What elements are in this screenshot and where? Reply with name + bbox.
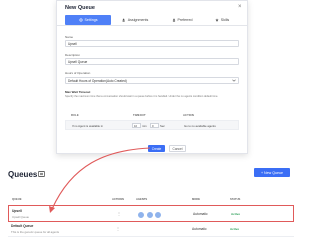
- rule-text: If no Agent is available in: [72, 124, 103, 128]
- tab-bar: Settings Assignments Preferred Skills: [57, 15, 247, 26]
- name-label: Name: [65, 35, 74, 39]
- table-row-upsell[interactable]: Upsell Upsell Queue ⋮ Automatic Active: [8, 205, 294, 222]
- description-label: Description: [65, 53, 81, 57]
- queue-table-header: QUEUE ACTIONS AGENTS MODE STATUS: [8, 198, 294, 204]
- tab-skills[interactable]: Skills: [199, 15, 245, 25]
- status-badge: Active: [230, 227, 240, 231]
- queue-mode: Automatic: [192, 227, 207, 231]
- cancel-button[interactable]: Cancel: [169, 145, 186, 152]
- rule-row: If no Agent is available in 10 min 0 Sec…: [65, 120, 239, 130]
- rules-header: RULE TIMEOUT ACTION: [65, 113, 239, 119]
- hours-select[interactable]: Default Hours of Operation(Auto Created): [65, 77, 239, 84]
- hours-label: Hours of Operation: [65, 71, 91, 75]
- name-value: Upsell: [68, 41, 77, 46]
- timeout-seconds-unit: Sec: [160, 124, 165, 128]
- timeout-minutes-value: 10: [134, 123, 138, 128]
- avatar: [137, 211, 145, 219]
- name-field[interactable]: Upsell: [65, 40, 239, 47]
- rules-col-rule: RULE: [71, 114, 79, 117]
- new-queue-modal: New Queue × Settings Assignments Preferr…: [56, 0, 248, 154]
- chevron-down-icon: [232, 79, 236, 82]
- hours-value: Default Hours of Operation(Auto Created): [68, 78, 127, 83]
- agent-avatars: [137, 211, 162, 219]
- description-field[interactable]: Upsell Queue: [65, 58, 239, 65]
- modal-title: New Queue: [65, 5, 95, 11]
- users-icon: [122, 18, 125, 22]
- max-wait-hint: Specify the maximum time that a conversa…: [65, 95, 219, 98]
- rule-action: Go to no available agents: [184, 124, 216, 128]
- tab-settings[interactable]: Settings: [65, 15, 111, 25]
- col-actions: ACTIONS: [112, 198, 125, 201]
- max-wait-title: Max Wait Timeout: [65, 90, 91, 94]
- create-button[interactable]: Create: [148, 145, 165, 152]
- status-badge: Active: [231, 212, 241, 216]
- tab-assignments-label: Assignments: [127, 18, 149, 22]
- timeout-minutes-input[interactable]: 10: [132, 123, 141, 128]
- tab-skills-label: Skills: [220, 18, 230, 22]
- row-actions-icon[interactable]: ⋮: [117, 211, 121, 216]
- queue-name: Upsell: [12, 209, 22, 213]
- table-row-default-queue[interactable]: Default Queue This is the generic queue …: [8, 223, 294, 237]
- queue-description: Upsell Queue: [12, 215, 29, 219]
- timeout-seconds-input[interactable]: 0: [150, 123, 159, 128]
- new-queue-button[interactable]: + New Queue: [254, 168, 290, 177]
- tab-settings-label: Settings: [84, 18, 98, 22]
- timeout-minutes-unit: min: [142, 124, 147, 128]
- queue-name: Default Queue: [11, 224, 34, 228]
- description-value: Upsell Queue: [68, 59, 88, 64]
- rules-col-timeout: TIMEOUT: [133, 114, 146, 117]
- tab-preferred-label: Preferred: [177, 18, 193, 22]
- tab-assignments[interactable]: Assignments: [112, 15, 158, 25]
- col-mode: MODE: [192, 198, 201, 201]
- col-agents: AGENTS: [136, 198, 148, 201]
- queue-mode: Automatic: [193, 212, 208, 216]
- star-icon: [215, 18, 219, 22]
- queue-icon: [38, 171, 45, 177]
- avatar: [145, 211, 154, 219]
- page-title: Queues: [8, 170, 38, 179]
- user-icon: [172, 18, 175, 22]
- avatar: [154, 211, 162, 219]
- row-actions-icon[interactable]: ⋮: [116, 226, 120, 231]
- timeout-seconds-value: 0: [152, 123, 154, 128]
- queue-description: This is the generic queue for all agents: [11, 230, 60, 234]
- close-icon[interactable]: ×: [238, 4, 242, 10]
- col-status: STATUS: [230, 198, 241, 201]
- gear-icon: [79, 18, 82, 22]
- rules-col-action: ACTION: [183, 114, 194, 117]
- col-queue: QUEUE: [12, 198, 22, 201]
